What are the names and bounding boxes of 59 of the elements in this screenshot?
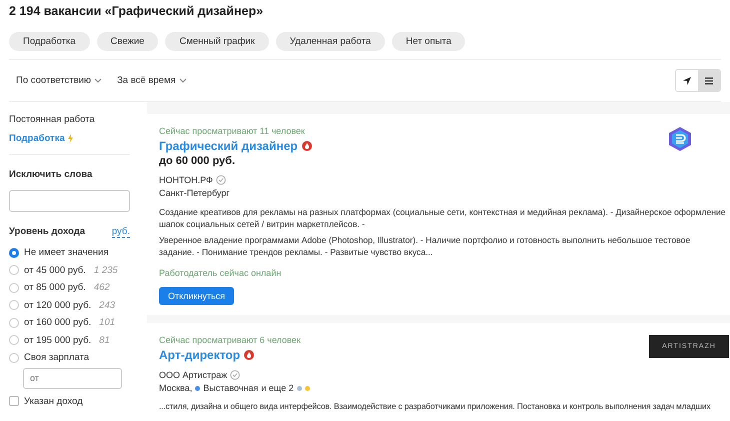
- option-count: 462: [94, 282, 110, 294]
- option-label: Своя зарплата: [24, 352, 90, 364]
- list-view-button[interactable]: [698, 70, 720, 91]
- online-status: Работодатель сейчас онлайн: [159, 268, 282, 278]
- checkbox-label: Указан доход: [24, 396, 83, 407]
- input-field[interactable]: [9, 190, 130, 212]
- list-icon: [704, 76, 714, 86]
- checkbox[interactable]: [9, 396, 19, 406]
- radio-button[interactable]: [9, 318, 19, 328]
- lightning-icon: [66, 134, 73, 143]
- filter-chip[interactable]: Подработка: [9, 32, 90, 51]
- company-name[interactable]: ООО Артистраж: [159, 370, 228, 380]
- chevron-down-icon: [178, 77, 187, 84]
- option-label: Не имеет значения: [24, 247, 108, 258]
- option-count: 1 235: [94, 264, 118, 276]
- viewers-text: Сейчас просматривают 11 человек: [159, 126, 306, 136]
- company-logo: [669, 127, 691, 151]
- location-arrow-icon: [682, 76, 692, 86]
- location-text: Санкт-Петербург: [159, 188, 230, 198]
- option-label: от 85 000 руб.: [24, 282, 86, 294]
- metro-station: Выставочная: [203, 383, 258, 393]
- option-label: от 120 000 руб.: [24, 300, 92, 311]
- radio-button[interactable]: [9, 248, 19, 258]
- filter-label: Постоянная работа: [9, 114, 96, 125]
- option-label: от 160 000 руб.: [24, 317, 92, 328]
- sort-dropdown[interactable]: За всё время: [117, 75, 187, 86]
- filter-chip[interactable]: Удаленная работа: [276, 32, 385, 51]
- option-count: 101: [99, 317, 116, 328]
- sort-dropdown[interactable]: По соответствию: [16, 75, 102, 86]
- chevron-down-icon: [94, 77, 102, 84]
- radio-button[interactable]: [9, 282, 19, 293]
- vacancy-description: ...стиля, дизайна и общего вида интерфейсов. Взаимодействие с разработчиками приложения. Постановка и контроль выполнения задач младших: [159, 401, 712, 413]
- apply-button[interactable]: Откликнуться: [159, 287, 234, 305]
- option-label: от 195 000 руб.: [24, 334, 92, 346]
- filter-chip[interactable]: Нет опыта: [392, 32, 466, 51]
- vacancy-description: Создание креативов для рекламы на разных платформах (социальные сети, контекстная и медийная реклама). - Дизайнерское оформление шапок социальных сетей / витрин маркетплейсов. -: [159, 206, 726, 230]
- company-name[interactable]: НОНТОН.РФ: [159, 175, 213, 185]
- option-label: от 45 000 руб.: [24, 264, 86, 276]
- option-count: 81: [99, 334, 110, 346]
- radio-button[interactable]: [9, 352, 19, 363]
- viewers-text: Сейчас просматривают 6 человек: [159, 335, 302, 345]
- radio-button[interactable]: [9, 335, 19, 346]
- vacancy-title[interactable]: Графический дизайнер: [159, 139, 298, 153]
- section-title: Исключить слова: [9, 169, 94, 180]
- vacancy-title[interactable]: Арт-директор: [159, 348, 240, 362]
- filter-chip[interactable]: Сменный график: [165, 32, 269, 51]
- currency-link[interactable]: руб.: [112, 226, 130, 238]
- radio-button[interactable]: [9, 265, 19, 276]
- radio-button[interactable]: [9, 300, 19, 310]
- section-title: Уровень дохода: [9, 226, 86, 238]
- salary-text: до 60 000 руб.: [159, 155, 236, 167]
- option-count: 243: [99, 300, 116, 311]
- filter-chip[interactable]: Свежие: [96, 32, 158, 51]
- location-text: Москва,: [159, 383, 192, 393]
- metro-more: и еще 2: [261, 383, 294, 393]
- filter-link[interactable]: Подработка: [9, 133, 130, 144]
- vacancy-description: Уверенное владение программами Adobe (Photoshop, Illustrator). - Наличие портфолио и готовность выполнить небольшое тестовое задание. - Понимание трендов рекламы. - Развитые чувство вкуса...: [159, 234, 692, 258]
- page-title: 2 194 вакансии «Графический дизайнер»: [9, 4, 264, 18]
- input-field[interactable]: от: [23, 368, 122, 388]
